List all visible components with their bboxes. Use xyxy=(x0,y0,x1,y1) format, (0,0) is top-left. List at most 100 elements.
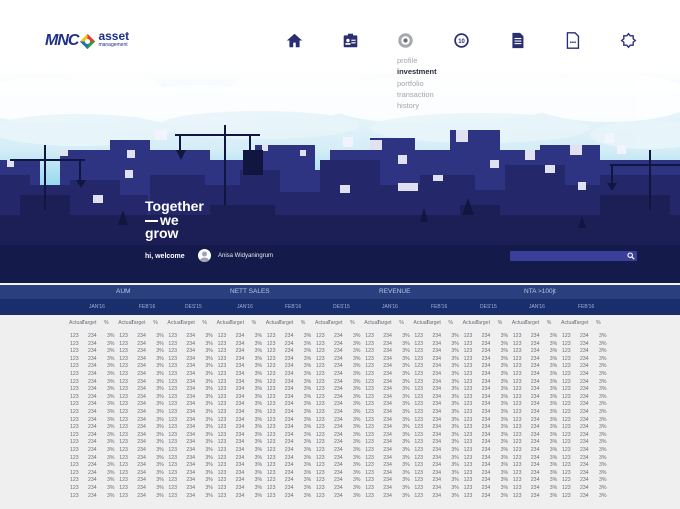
submenu-item-history[interactable]: history xyxy=(397,100,437,111)
submenu-item-investment[interactable]: investment xyxy=(397,66,437,77)
month-header[interactable]: FEB'16 xyxy=(285,304,301,310)
logo-mark-icon xyxy=(80,33,96,50)
table-cell: 123 xyxy=(463,477,473,484)
table-cell: 3% xyxy=(353,462,361,469)
month-header[interactable]: FEB'16 xyxy=(578,304,594,310)
column-header[interactable]: Target xyxy=(279,320,293,326)
submenu-item-profile[interactable]: profile xyxy=(397,55,437,66)
table-cell: 3% xyxy=(402,469,410,476)
settings-icon[interactable] xyxy=(620,32,637,49)
column-header[interactable]: Target xyxy=(426,320,440,326)
table-cell: 234 xyxy=(530,409,540,415)
table-cell: 123 xyxy=(365,371,374,377)
column-header[interactable]: Target xyxy=(180,320,194,326)
table-cell: 123 xyxy=(168,363,178,370)
table-cell: 234 xyxy=(88,371,97,377)
table-cell: 234 xyxy=(580,431,589,438)
column-header[interactable]: Target xyxy=(525,320,539,326)
table-cell: 3% xyxy=(156,371,164,377)
month-header[interactable]: DES'15 xyxy=(480,304,497,310)
column-header[interactable]: % xyxy=(252,320,257,326)
column-header[interactable]: % xyxy=(104,320,109,326)
group-nett-sales[interactable]: NETT SALES xyxy=(230,288,270,295)
column-header[interactable]: % xyxy=(547,320,552,326)
submenu-item-portfolio[interactable]: portfolio xyxy=(397,78,437,89)
month-header[interactable]: DES'15 xyxy=(185,304,202,310)
table-cell: 3% xyxy=(303,416,312,423)
table-cell: 234 xyxy=(186,485,196,491)
table-cell: 123 xyxy=(414,355,424,362)
table-cell: 123 xyxy=(316,348,325,355)
month-header[interactable]: JAN'16 xyxy=(237,304,253,310)
table-cell: 3% xyxy=(107,333,115,339)
table-cell: 3% xyxy=(402,485,410,491)
month-header[interactable]: JAN'16 xyxy=(89,304,105,310)
table-cell: 3% xyxy=(549,424,558,431)
month-header[interactable]: FEB'16 xyxy=(139,304,155,310)
table-cell: 234 xyxy=(186,355,196,362)
column-header[interactable]: Target xyxy=(82,320,96,326)
column-header[interactable]: Target xyxy=(574,320,588,326)
avatar[interactable] xyxy=(198,249,211,262)
id-card-icon[interactable] xyxy=(342,32,359,49)
table-cell: 3% xyxy=(303,333,312,339)
table-cell: 123 xyxy=(316,409,325,415)
table-cell: 3% xyxy=(303,424,312,431)
group-aum[interactable]: AUM xyxy=(116,288,130,295)
search-icon[interactable] xyxy=(627,252,635,260)
investment-disc-icon[interactable] xyxy=(397,32,414,49)
table-cell: 3% xyxy=(254,416,263,423)
table-cell: 3% xyxy=(353,469,361,476)
table-cell: 3% xyxy=(451,416,459,423)
table-cell: 123 xyxy=(463,371,473,377)
table-cell: 123 xyxy=(365,348,374,355)
table-cell: 3% xyxy=(254,371,263,377)
table-cell: 123 xyxy=(463,386,473,393)
table-cell: 123 xyxy=(562,492,571,499)
table-cell: 123 xyxy=(463,462,473,469)
month-header[interactable]: FEB'16 xyxy=(431,304,447,310)
table-cell: 123 xyxy=(512,431,522,438)
column-header[interactable]: Target xyxy=(131,320,145,326)
table-cell: 123 xyxy=(316,393,325,400)
submenu-item-transaction[interactable]: transaction xyxy=(397,89,437,100)
table-cell: 123 xyxy=(414,431,424,438)
table-cell: 3% xyxy=(549,401,558,408)
column-header[interactable]: % xyxy=(350,320,355,326)
table-cell: 3% xyxy=(205,447,213,453)
table-cell: 234 xyxy=(284,462,294,469)
table-cell: 123 xyxy=(266,386,276,393)
group-nta[interactable]: NTA >100jt xyxy=(524,288,556,295)
table-cell: 3% xyxy=(156,431,164,438)
table-cell: 3% xyxy=(107,469,115,476)
table-cell: 234 xyxy=(284,416,294,423)
month-header[interactable]: JAN'16 xyxy=(382,304,398,310)
month-header[interactable]: DES'15 xyxy=(333,304,350,310)
column-header[interactable]: Target xyxy=(377,320,391,326)
user-name[interactable]: Anisa Widyaningrum xyxy=(218,253,273,259)
column-header[interactable]: % xyxy=(301,320,306,326)
table-cell: 3% xyxy=(549,386,558,393)
mnc-logo[interactable]: MNC asset management xyxy=(45,30,129,53)
column-header[interactable]: % xyxy=(448,320,453,326)
column-header[interactable]: Target xyxy=(328,320,342,326)
number-ten-icon[interactable]: 10 xyxy=(453,32,470,49)
home-icon[interactable] xyxy=(286,32,303,49)
table-cell: 123 xyxy=(217,485,227,491)
table-cell: 3% xyxy=(156,485,164,491)
search-input[interactable] xyxy=(510,251,623,261)
column-header[interactable]: Target xyxy=(476,320,490,326)
table-cell: 234 xyxy=(432,477,442,484)
column-header[interactable]: % xyxy=(153,320,158,326)
month-header[interactable]: JAN'16 xyxy=(529,304,545,310)
column-header[interactable]: % xyxy=(202,320,207,326)
group-revenue[interactable]: REVENUE xyxy=(379,288,410,295)
document-icon[interactable] xyxy=(509,32,526,49)
column-header[interactable]: Target xyxy=(230,320,244,326)
column-header[interactable]: % xyxy=(596,320,601,326)
document-dots-icon[interactable] xyxy=(564,32,581,49)
column-header[interactable]: % xyxy=(399,320,404,326)
table-cell: 3% xyxy=(107,431,115,438)
table-cell: 123 xyxy=(119,439,128,446)
column-header[interactable]: % xyxy=(498,320,503,326)
